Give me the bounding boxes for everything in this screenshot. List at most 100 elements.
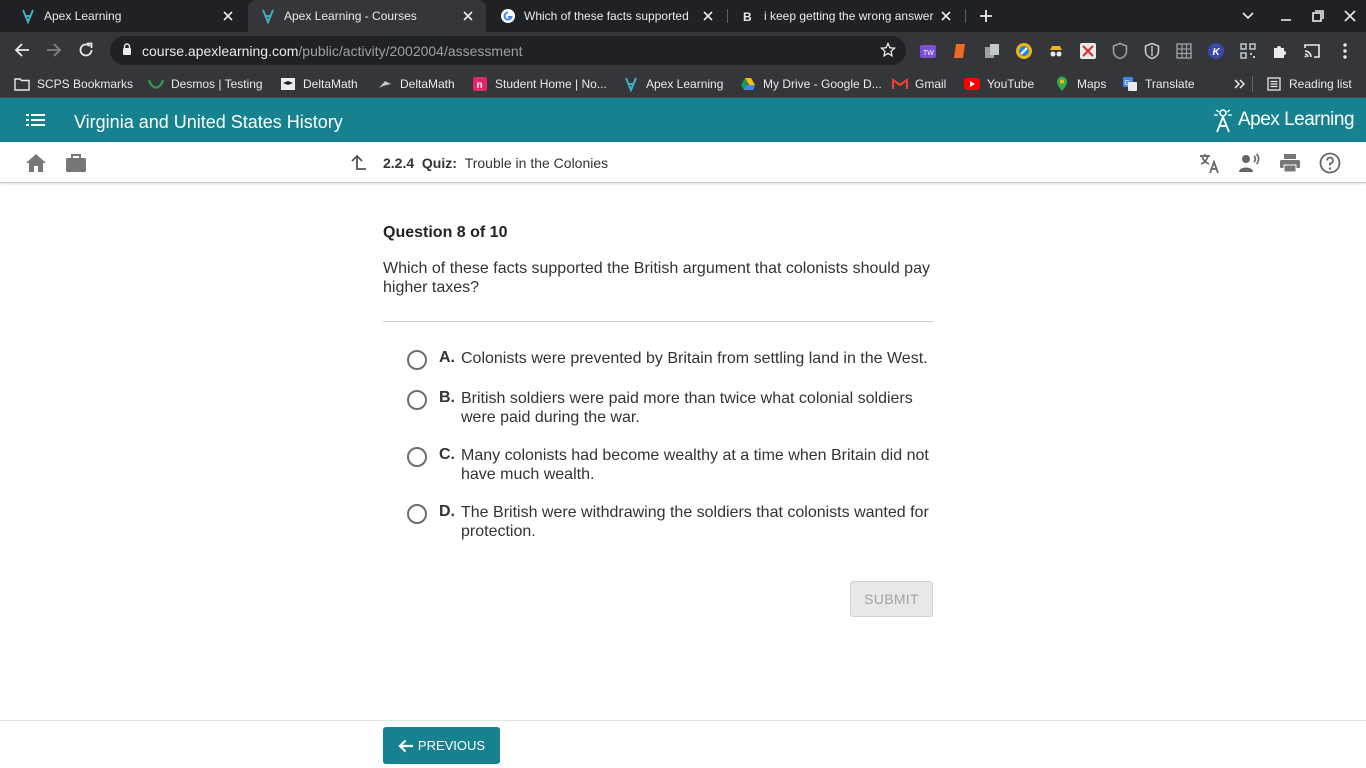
extension-grid-icon[interactable] xyxy=(1175,42,1193,60)
bookmark-deltamath-1[interactable]: DeltaMath xyxy=(280,76,358,92)
radio-button[interactable] xyxy=(407,350,427,370)
restore-window-icon[interactable] xyxy=(1310,8,1326,24)
svg-text:n: n xyxy=(477,80,483,91)
apex-logo-icon xyxy=(1214,109,1232,133)
option-text[interactable]: Many colonists had become wealthy at a t… xyxy=(461,446,937,484)
brainly-icon: B xyxy=(740,8,756,24)
submit-button[interactable]: SUBMIT xyxy=(850,581,933,617)
bookmark-scps-bookmarks[interactable]: SCPS Bookmarks xyxy=(14,76,133,92)
activity-number: 2.2.4 xyxy=(383,155,415,171)
briefcase-icon[interactable] xyxy=(65,152,87,174)
close-tab-icon[interactable] xyxy=(700,8,716,24)
bookmark-gmail[interactable]: Gmail xyxy=(892,76,946,92)
option-letter: A. xyxy=(439,349,455,366)
reading-list-label: Reading list xyxy=(1289,77,1352,91)
logo-text: Apex Learning xyxy=(1238,109,1355,130)
translate-icon[interactable] xyxy=(1199,152,1221,174)
tab-separator xyxy=(965,9,966,23)
extension-tw-icon[interactable]: TW xyxy=(919,42,937,60)
extension-shield-dark-icon[interactable] xyxy=(1143,42,1161,60)
apex-favicon-icon xyxy=(260,8,276,24)
answer-option-a[interactable]: A. Colonists were prevented by Britain f… xyxy=(407,349,937,371)
answer-option-c[interactable]: C. Many colonists had become wealthy at … xyxy=(407,446,937,486)
svg-text:K: K xyxy=(1213,47,1221,58)
answer-option-d[interactable]: D. The British were withdrawing the sold… xyxy=(407,503,937,543)
extension-copy-icon[interactable] xyxy=(983,42,1001,60)
close-tab-icon[interactable] xyxy=(220,8,236,24)
extension-shield-icon[interactable] xyxy=(1111,42,1129,60)
extensions-puzzle-icon[interactable] xyxy=(1271,42,1289,60)
extension-orange-icon[interactable] xyxy=(951,42,969,60)
bookmark-maps[interactable]: Maps xyxy=(1054,76,1106,92)
bookmark-google-drive[interactable]: My Drive - Google D... xyxy=(740,76,882,92)
home-icon[interactable] xyxy=(25,152,47,174)
option-text[interactable]: British soldiers were paid more than twi… xyxy=(461,389,937,427)
browser-tab-strip: Apex Learning Apex Learning - Courses Wh… xyxy=(0,0,1366,32)
close-window-icon[interactable] xyxy=(1342,8,1358,24)
tab-brainly[interactable]: B i keep getting the wrong answer xyxy=(728,0,964,32)
forward-arrow-icon[interactable] xyxy=(44,40,64,60)
reload-icon[interactable] xyxy=(76,40,96,60)
back-arrow-icon[interactable] xyxy=(12,40,32,60)
bookmark-label: DeltaMath xyxy=(400,77,455,91)
close-tab-icon[interactable] xyxy=(938,8,954,24)
bookmark-youtube[interactable]: YouTube xyxy=(964,76,1034,92)
extension-scissors-icon[interactable] xyxy=(1079,42,1097,60)
extension-k-icon[interactable]: K xyxy=(1207,42,1225,60)
browser-menu-kebab-icon[interactable] xyxy=(1336,42,1354,60)
bookmark-label: Maps xyxy=(1077,77,1107,91)
hamburger-menu-icon[interactable] xyxy=(26,112,46,133)
option-text[interactable]: Colonists were prevented by Britain from… xyxy=(461,349,937,368)
more-bookmarks-chevron-icon[interactable] xyxy=(1234,76,1246,92)
tab-apex-courses[interactable]: Apex Learning - Courses xyxy=(248,0,486,32)
svg-text:G: G xyxy=(1125,80,1130,87)
reading-list-button[interactable]: Reading list xyxy=(1266,76,1352,92)
tab-search-chevron-icon[interactable] xyxy=(1240,8,1256,24)
bookmark-label: Translate xyxy=(1145,77,1195,91)
option-letter: D. xyxy=(439,503,455,520)
tab-apex-learning[interactable]: Apex Learning xyxy=(8,0,246,32)
close-tab-icon[interactable] xyxy=(460,8,476,24)
tab-google-search[interactable]: Which of these facts supported xyxy=(488,0,726,32)
bookmark-label: DeltaMath xyxy=(303,77,358,91)
svg-text:TW: TW xyxy=(923,50,934,57)
bookmark-deltamath-2[interactable]: DeltaMath xyxy=(377,76,455,92)
radio-button[interactable] xyxy=(407,390,427,410)
left-arrow-icon xyxy=(398,739,413,752)
option-text[interactable]: The British were withdrawing the soldier… xyxy=(461,503,937,541)
new-tab-icon[interactable] xyxy=(978,8,994,24)
bookmark-noredink[interactable]: n Student Home | No... xyxy=(472,76,607,92)
address-bar[interactable]: course.apexlearning.com/public/activity/… xyxy=(110,36,906,65)
bookmark-label: Desmos | Testing xyxy=(171,77,263,91)
browser-toolbar: course.apexlearning.com/public/activity/… xyxy=(0,32,1366,70)
bookmark-star-icon[interactable] xyxy=(879,41,897,63)
bookmark-label: Gmail xyxy=(915,77,947,91)
text-to-speech-icon[interactable] xyxy=(1239,152,1261,174)
translate-icon: G xyxy=(1122,76,1138,92)
radio-button[interactable] xyxy=(407,504,427,524)
bookmark-apex-learning[interactable]: Apex Learning xyxy=(623,76,723,92)
google-drive-icon xyxy=(740,76,756,92)
print-icon[interactable] xyxy=(1279,152,1301,174)
bookmark-translate[interactable]: G Translate xyxy=(1122,76,1195,92)
extension-compass-icon[interactable] xyxy=(1015,42,1033,60)
cast-icon[interactable] xyxy=(1303,42,1321,60)
activity-toolbar: 2.2.4 Quiz: Trouble in the Colonies xyxy=(0,142,1366,183)
extension-qr-icon[interactable] xyxy=(1239,42,1257,60)
minimize-window-icon[interactable] xyxy=(1278,8,1294,24)
previous-label: PREVIOUS xyxy=(417,738,486,753)
bookmark-desmos-testing[interactable]: Desmos | Testing xyxy=(148,76,263,92)
activity-title: Trouble in the Colonies xyxy=(464,155,609,171)
extension-spy-icon[interactable] xyxy=(1047,42,1065,60)
course-title: Virginia and United States History xyxy=(74,112,343,132)
radio-button[interactable] xyxy=(407,447,427,467)
google-icon xyxy=(500,8,516,24)
answer-option-b[interactable]: B. British soldiers were paid more than … xyxy=(407,389,937,429)
previous-button[interactable]: PREVIOUS xyxy=(383,727,500,764)
up-level-arrow-icon[interactable] xyxy=(347,152,369,174)
help-question-icon[interactable] xyxy=(1319,152,1341,174)
page-footer: PREVIOUS xyxy=(0,720,1366,768)
tab-title: Apex Learning xyxy=(44,9,122,23)
bookmark-label: Apex Learning xyxy=(646,77,724,91)
lock-icon[interactable] xyxy=(122,43,132,61)
